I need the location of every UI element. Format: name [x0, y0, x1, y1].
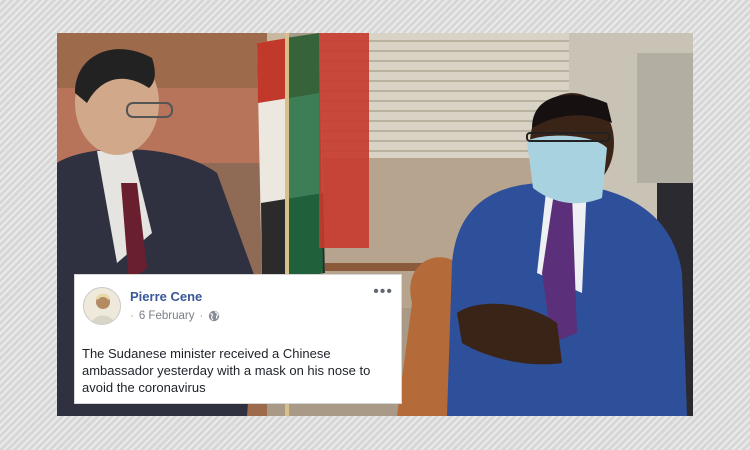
facebook-post-card: Pierre Cene · 6 February · ••• The Sudan…: [74, 274, 402, 404]
post-meta: · 6 February ·: [130, 310, 220, 322]
post-text: The Sudanese minister received a Chinese…: [82, 346, 371, 395]
author-name-link[interactable]: Pierre Cene: [130, 289, 202, 304]
globe-icon: [208, 310, 220, 322]
avatar[interactable]: [83, 287, 121, 325]
meta-separator: ·: [130, 310, 134, 322]
more-options-icon[interactable]: •••: [373, 284, 393, 300]
meta-separator: ·: [199, 310, 204, 322]
post-date[interactable]: 6 February: [139, 310, 195, 322]
